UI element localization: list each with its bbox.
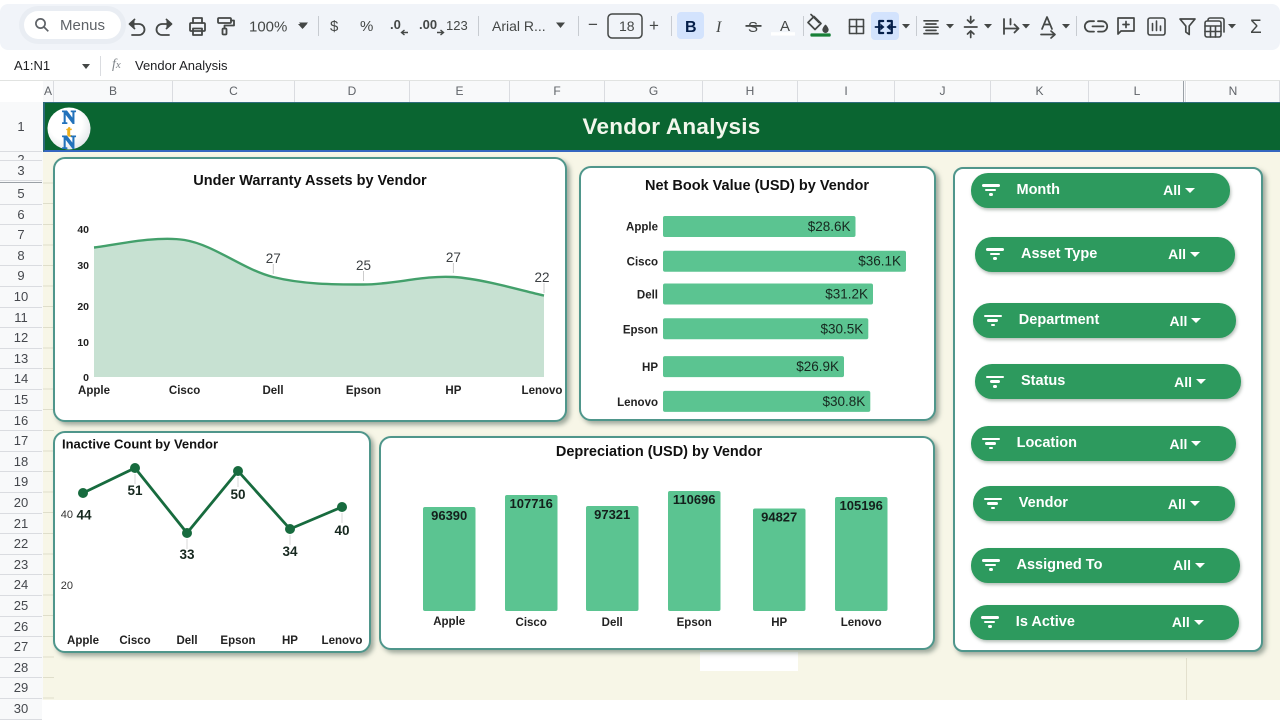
svg-text:%: % [360, 18, 373, 35]
svg-text:Dell: Dell [637, 290, 658, 302]
svg-text:27: 27 [266, 251, 281, 266]
svg-text:50: 50 [230, 487, 245, 502]
svg-text:$26.9K: $26.9K [796, 359, 839, 374]
svg-text:Dell: Dell [262, 385, 283, 397]
svg-text:40: 40 [334, 523, 349, 538]
svg-text:.00: .00 [419, 17, 437, 32]
svg-text:Lenovo: Lenovo [322, 635, 363, 647]
svg-text:20: 20 [61, 580, 73, 592]
svg-text:97321: 97321 [594, 507, 630, 522]
svg-text:123: 123 [446, 18, 468, 33]
svg-text:$30.5K: $30.5K [821, 321, 864, 336]
svg-text:Depreciation (USD) by Vendor: Depreciation (USD) by Vendor [556, 444, 763, 460]
svg-text:−: − [588, 15, 598, 34]
svg-text:$28.6K: $28.6K [808, 219, 851, 234]
svg-text:34: 34 [282, 544, 298, 559]
svg-text:40: 40 [77, 224, 89, 236]
svg-text:Apple: Apple [626, 222, 658, 234]
svg-text:Apple: Apple [67, 635, 99, 647]
svg-text:10: 10 [77, 337, 89, 349]
svg-text:Dell: Dell [602, 617, 623, 629]
svg-text:96390: 96390 [431, 508, 467, 523]
svg-text:Dell: Dell [176, 635, 197, 647]
svg-text:Arial R...: Arial R... [492, 18, 546, 34]
svg-text:18: 18 [619, 18, 635, 34]
svg-text:105196: 105196 [840, 498, 883, 513]
svg-text:Epson: Epson [220, 635, 255, 647]
svg-text:94827: 94827 [761, 510, 797, 525]
svg-text:HP: HP [771, 617, 787, 629]
svg-text:Epson: Epson [623, 324, 658, 336]
svg-text:30: 30 [77, 260, 89, 272]
svg-text:$36.1K: $36.1K [858, 254, 901, 269]
svg-text:Under Warranty Assets by Vendo: Under Warranty Assets by Vendor [193, 173, 427, 189]
svg-text:Lenovo: Lenovo [841, 617, 882, 629]
svg-text:.0: .0 [390, 17, 401, 32]
svg-text:Net Book Value (USD) by Vendor: Net Book Value (USD) by Vendor [645, 178, 869, 194]
svg-text:+: + [649, 16, 659, 35]
svg-text:HP: HP [445, 385, 461, 397]
svg-text:Lenovo: Lenovo [522, 385, 563, 397]
svg-text:51: 51 [127, 483, 143, 498]
svg-text:HP: HP [642, 362, 658, 374]
svg-text:Σ: Σ [1250, 17, 1262, 38]
svg-text:110696: 110696 [673, 492, 716, 507]
svg-text:S: S [748, 19, 758, 36]
svg-text:Cisco: Cisco [169, 385, 200, 397]
svg-text:20: 20 [77, 301, 89, 313]
svg-text:$31.2K: $31.2K [825, 287, 868, 302]
svg-text:Cisco: Cisco [516, 617, 547, 629]
svg-text:0: 0 [83, 372, 89, 384]
svg-text:B: B [685, 19, 697, 36]
svg-text:44: 44 [76, 508, 92, 523]
svg-text:N: N [62, 133, 76, 152]
svg-text:Cisco: Cisco [627, 257, 658, 269]
svg-text:Apple: Apple [78, 385, 110, 397]
svg-text:33: 33 [179, 547, 195, 562]
svg-text:100%: 100% [249, 19, 287, 36]
svg-text:40: 40 [61, 509, 73, 521]
svg-text:Epson: Epson [677, 617, 712, 629]
svg-text:25: 25 [356, 258, 371, 273]
svg-text:Cisco: Cisco [119, 635, 150, 647]
svg-text:Inactive Count by Vendor: Inactive Count by Vendor [62, 437, 218, 452]
svg-text:$30.8K: $30.8K [823, 394, 866, 409]
svg-text:HP: HP [282, 635, 298, 647]
svg-text:107716: 107716 [510, 496, 553, 511]
svg-text:Epson: Epson [346, 385, 381, 397]
svg-text:27: 27 [446, 250, 461, 265]
svg-text:Lenovo: Lenovo [617, 397, 658, 409]
svg-text:I: I [715, 19, 722, 36]
svg-text:$: $ [330, 18, 339, 35]
svg-text:Apple: Apple [433, 616, 465, 628]
svg-text:22: 22 [534, 270, 549, 285]
